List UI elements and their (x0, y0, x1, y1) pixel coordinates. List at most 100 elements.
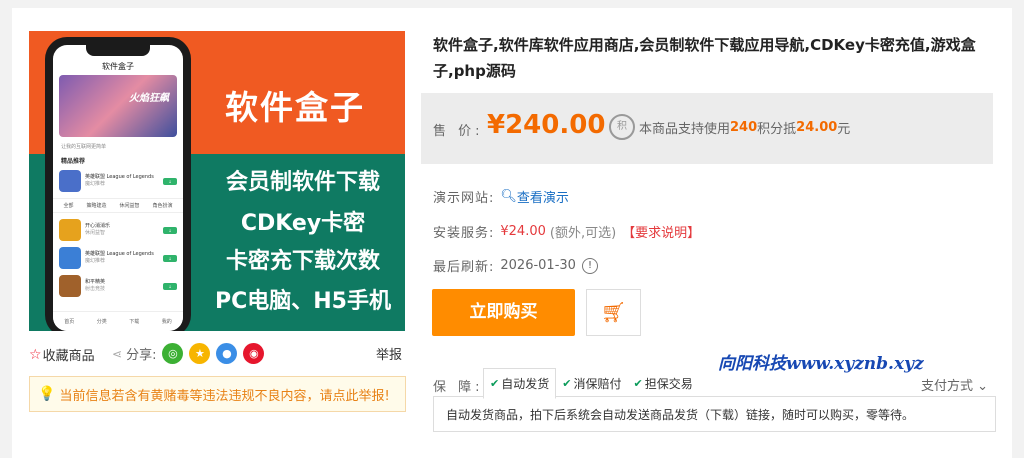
payment-methods-dropdown[interactable]: 支付方式 ⌄ (921, 375, 988, 394)
phone-tab: 休闲益智 (119, 203, 140, 209)
check-icon: ✔ (562, 377, 572, 390)
banner-line: 会员制软件下载 (225, 170, 380, 195)
points-suffix: 元 (837, 121, 851, 137)
warning-text: 当前信息若含有黄赌毒等违法违规不良内容，请点此举报! (59, 388, 390, 404)
phone-notice: 让我的互联网更简单 (61, 144, 107, 150)
phone-tab: 角色扮演 (152, 203, 173, 209)
guard-label: 保 障: (433, 380, 484, 395)
price-value: ¥240.00 (487, 110, 606, 140)
star-icon: ☆ (29, 346, 42, 363)
share-icon: ⋖ (112, 346, 123, 361)
app-name: 和平精英 (85, 279, 106, 285)
tag-escrow[interactable]: ✔ 担保交易 (627, 368, 698, 399)
lightbulb-icon: 💡 (38, 386, 56, 402)
favorite-button[interactable]: ☆ 收藏商品 (29, 345, 95, 365)
install-label: 安装服务: (433, 226, 495, 241)
check-icon: ✔ (490, 377, 500, 390)
phone-tab: 全部 (63, 203, 74, 209)
app-sub: 魔幻推荐 (85, 258, 106, 264)
report-link[interactable]: 举报 (376, 344, 402, 363)
price-box: 售 价: ¥240.00 积 本商品支持使用 240 积分抵 24.00 元 (421, 93, 993, 164)
phone-section-title: 精品推荐 (61, 158, 86, 165)
points-value: 240 (730, 119, 758, 135)
download-icon: ↓ (163, 254, 177, 262)
app-sub: 射击竞技 (85, 286, 106, 292)
app-icon (59, 170, 81, 192)
tag-label: 担保交易 (644, 377, 693, 391)
install-note: (额外,可选) (549, 226, 617, 241)
product-banner[interactable]: 软件盒子 火焰狂飙 让我的互联网更简单 精品推荐 英雄联盟 League of … (29, 31, 405, 331)
points-info: 积 本商品支持使用 240 积分抵 24.00 元 (609, 114, 850, 140)
app-name: 开心消消乐 (85, 223, 111, 229)
phone-nav-item: 下载 (129, 319, 140, 325)
cart-button[interactable]: 🛒︎ (586, 289, 641, 336)
guarantee-section: 保 障: ✔ 自动发货 ✔ 消保赔付 ✔ 担保交易 支付方式 ⌄ 自动发货商品，拍下后… (433, 366, 996, 432)
phone-notch (86, 45, 150, 56)
phone-bottom-nav: 首页 分类 下载 我的 (53, 311, 183, 331)
demo-label: 演示网站: (433, 191, 495, 206)
points-prefix: 本商品支持使用 (639, 121, 731, 137)
download-icon: ↓ (163, 177, 177, 185)
phone-nav-item: 我的 (161, 319, 172, 325)
tag-auto-delivery[interactable]: ✔ 自动发货 (483, 368, 557, 399)
app-item: 英雄联盟 League of Legends 魔幻推荐 ↓ (53, 244, 183, 272)
download-icon: ↓ (163, 282, 177, 290)
tag-label: 自动发货 (501, 377, 550, 391)
banner-line: CDKey卡密 (240, 211, 366, 236)
share-bar: ⋖ 分享: ◎ ★ ● ◉ (112, 343, 265, 364)
phone-hero-image: 火焰狂飙 (59, 75, 177, 137)
install-row: 安装服务: ¥24.00 (额外,可选) 【要求说明】 (433, 222, 700, 241)
app-sub: 魔幻推荐 (85, 181, 106, 187)
info-icon[interactable]: ! (581, 257, 598, 274)
banner-line: PC电脑、H5手机 (215, 289, 391, 314)
app-item: 英雄联盟 League of Legends 魔幻推荐 ↓ (53, 167, 183, 195)
phone-nav-item: 首页 (64, 319, 75, 325)
warning-banner[interactable]: 💡 当前信息若含有黄赌毒等违法违规不良内容，请点此举报! (29, 376, 406, 412)
refresh-date: 2026-01-30 (500, 258, 576, 273)
tag-compensation[interactable]: ✔ 消保赔付 (556, 368, 627, 399)
install-price: ¥24.00 (500, 224, 546, 239)
hero-text: 火焰狂飙 (129, 93, 169, 104)
qq-icon[interactable]: ● (216, 343, 238, 364)
refresh-label: 最后刷新: (433, 260, 495, 275)
demo-link[interactable]: 查看演示 (517, 187, 569, 206)
phone-screen: 软件盒子 火焰狂飙 让我的互联网更简单 精品推荐 英雄联盟 League of … (53, 45, 183, 331)
phone-nav-item: 分类 (96, 319, 107, 325)
phone-mockup: 软件盒子 火焰狂飙 让我的互联网更简单 精品推荐 英雄联盟 League of … (45, 37, 191, 331)
qzone-icon[interactable]: ★ (189, 343, 211, 364)
app-icon (59, 247, 81, 269)
phone-tab: 策略建造 (86, 203, 107, 209)
tag-label: 消保赔付 (573, 377, 622, 391)
app-name: 英雄联盟 League of Legends (85, 174, 154, 180)
cart-icon: 🛒︎ (600, 300, 627, 324)
product-title: 软件盒子,软件库软件应用商店,会员制软件下载应用导航,CDKey卡密充值,游戏盒… (433, 36, 976, 80)
points-amount: 24.00 (796, 119, 838, 135)
guarantee-description: 自动发货商品，拍下后系统会自动发送商品发货（下载）链接，随时可以购买，零等待。 (433, 396, 996, 432)
points-mid: 积分抵 (757, 121, 797, 137)
app-item: 开心消消乐 休闲益智 ↓ (53, 216, 183, 244)
pay-label: 支付方式 (920, 379, 973, 394)
install-requirements-link[interactable]: 【要求说明】 (622, 222, 700, 241)
app-item: 和平精英 射击竞技 ↓ (53, 272, 183, 300)
search-icon: 🔍︎ (500, 189, 517, 204)
phone-tabs: 全部 策略建造 休闲益智 角色扮演 (53, 198, 183, 213)
points-icon: 积 (609, 114, 635, 140)
weibo-icon[interactable]: ◉ (243, 343, 265, 364)
demo-row: 演示网站: 🔍︎ 查看演示 (433, 187, 569, 206)
app-sub: 休闲益智 (85, 230, 106, 236)
check-icon: ✔ (633, 377, 643, 390)
price-label: 售 价: (433, 124, 484, 139)
refresh-row: 最后刷新: 2026-01-30 ! (433, 256, 598, 275)
banner-line: 卡密充下载次数 (225, 249, 380, 274)
wechat-icon[interactable]: ◎ (162, 343, 184, 364)
chevron-down-icon: ⌄ (972, 379, 988, 394)
download-icon: ↓ (163, 226, 177, 234)
app-icon (59, 219, 81, 241)
buy-now-button[interactable]: 立即购买 (432, 289, 575, 336)
share-label: 分享: (126, 348, 157, 363)
banner-title: 软件盒子 (225, 88, 365, 127)
app-icon (59, 275, 81, 297)
guarantee-tags: ✔ 自动发货 ✔ 消保赔付 ✔ 担保交易 (483, 368, 699, 399)
favorite-label: 收藏商品 (42, 349, 95, 364)
app-name: 英雄联盟 League of Legends (85, 251, 154, 257)
